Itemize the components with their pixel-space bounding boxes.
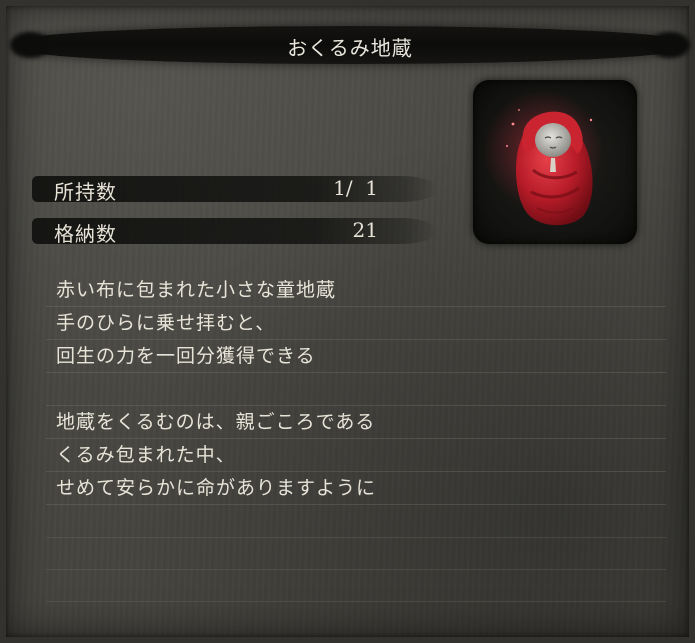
stat-row-stored: 格納数 21 (32, 215, 438, 247)
description-line (46, 373, 666, 406)
stat-label-stored: 格納数 (54, 222, 117, 246)
ruled-line (46, 537, 666, 538)
item-image-frame (473, 80, 637, 244)
ruled-line (46, 601, 666, 602)
stat-label-held: 所持数 (54, 180, 117, 204)
ruled-line (46, 569, 666, 570)
item-title: おくるみ地蔵 (287, 36, 413, 60)
description-line: くるみ包まれた中、 (46, 439, 666, 472)
item-detail-panel: おくるみ地蔵 所持数 1/ 1 格納数 21 赤い布に包まれた小さな童地蔵 手の… (0, 0, 695, 643)
swaddled-jizo-icon (483, 90, 603, 226)
description-line: せめて安らかに命がありますように (46, 472, 666, 505)
description-line: 地蔵をくるむのは、親ごころである (46, 406, 666, 439)
stat-row-held: 所持数 1/ 1 (32, 173, 438, 205)
stat-value-held: 1/ 1 (333, 176, 378, 200)
description-line: 手のひらに乗せ拝むと、 (46, 307, 666, 340)
title-bar: おくるみ地蔵 (20, 26, 680, 64)
item-description: 赤い布に包まれた小さな童地蔵 手のひらに乗せ拝むと、 回生の力を一回分獲得できる… (46, 274, 666, 505)
description-line: 赤い布に包まれた小さな童地蔵 (46, 274, 666, 307)
stat-value-stored: 21 (352, 218, 378, 242)
description-line: 回生の力を一回分獲得できる (46, 340, 666, 373)
